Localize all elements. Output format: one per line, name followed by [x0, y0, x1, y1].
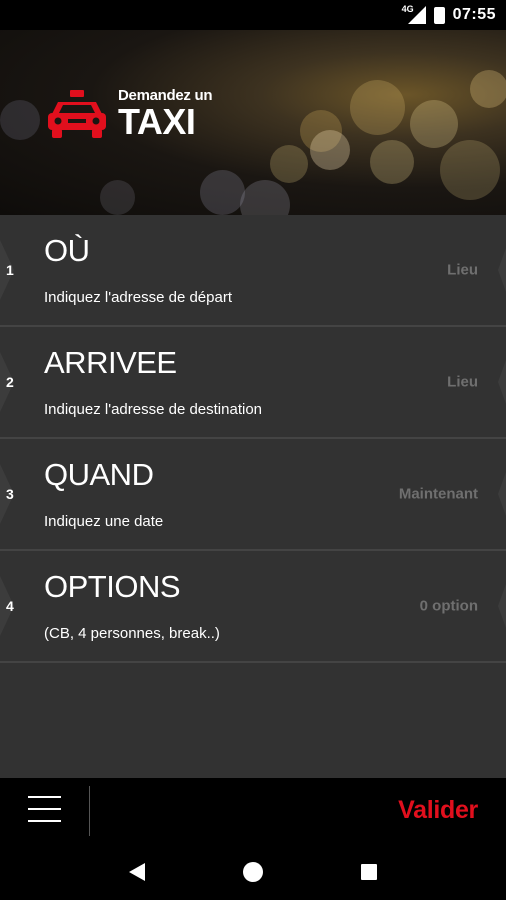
bokeh-light	[440, 140, 500, 200]
step-value: Maintenant	[398, 485, 478, 503]
recent-apps-icon[interactable]	[361, 864, 377, 880]
hamburger-menu-icon[interactable]	[28, 796, 61, 824]
step-value: Lieu	[447, 261, 478, 279]
network-type: 4G	[401, 4, 414, 14]
bokeh-light	[370, 140, 414, 184]
step-description: Indiquez une date	[44, 513, 164, 530]
back-icon[interactable]	[129, 863, 145, 881]
bokeh-light	[310, 130, 350, 170]
step-title: OPTIONS	[44, 569, 181, 604]
step-value: Lieu	[447, 373, 478, 391]
taxi-car-icon	[48, 90, 106, 138]
system-nav-bar	[0, 844, 506, 900]
bottom-action-bar: Valider	[0, 778, 506, 844]
home-icon[interactable]	[243, 862, 263, 882]
step-row-options[interactable]: 4 OPTIONS (CB, 4 personnes, break..) 0 o…	[0, 551, 506, 663]
step-row-where[interactable]: 1 OÙ Indiquez l'adresse de départ Lieu	[0, 215, 506, 327]
signal-icon: 4G	[401, 4, 426, 24]
battery-icon	[433, 6, 445, 24]
brand-title: TAXI	[118, 101, 196, 142]
step-list: 1 OÙ Indiquez l'adresse de départ Lieu 2…	[0, 215, 506, 778]
bokeh-light	[350, 80, 405, 135]
bokeh-light	[240, 180, 290, 215]
status-bar: 4G 07:55	[0, 0, 506, 30]
bokeh-light	[200, 170, 245, 215]
bokeh-light	[410, 100, 458, 148]
divider	[89, 786, 90, 836]
step-value: 0 option	[419, 597, 478, 615]
bokeh-light	[100, 180, 135, 215]
clock: 07:55	[452, 6, 496, 23]
chevron-left-icon	[498, 360, 506, 404]
step-description: Indiquez l'adresse de départ	[44, 289, 232, 306]
brand-logo: Demandez un TAXI	[46, 88, 213, 142]
step-title: OÙ	[44, 233, 90, 268]
header-banner: Demandez un TAXI	[0, 30, 506, 215]
step-number: 2	[6, 374, 14, 390]
validate-button[interactable]: Valider	[398, 796, 478, 825]
step-row-arrival[interactable]: 2 ARRIVEE Indiquez l'adresse de destinat…	[0, 327, 506, 439]
step-description: Indiquez l'adresse de destination	[44, 401, 263, 418]
bokeh-light	[0, 100, 40, 140]
step-number: 1	[6, 262, 14, 278]
chevron-left-icon	[498, 472, 506, 516]
bokeh-light	[470, 70, 506, 108]
chevron-left-icon	[498, 248, 506, 292]
step-number: 3	[6, 486, 14, 502]
step-title: ARRIVEE	[44, 345, 177, 380]
step-row-when[interactable]: 3 QUAND Indiquez une date Maintenant	[0, 439, 506, 551]
step-title: QUAND	[44, 457, 154, 492]
chevron-left-icon	[498, 584, 506, 628]
step-number: 4	[6, 598, 14, 614]
step-description: (CB, 4 personnes, break..)	[44, 625, 220, 642]
bokeh-light	[270, 145, 308, 183]
